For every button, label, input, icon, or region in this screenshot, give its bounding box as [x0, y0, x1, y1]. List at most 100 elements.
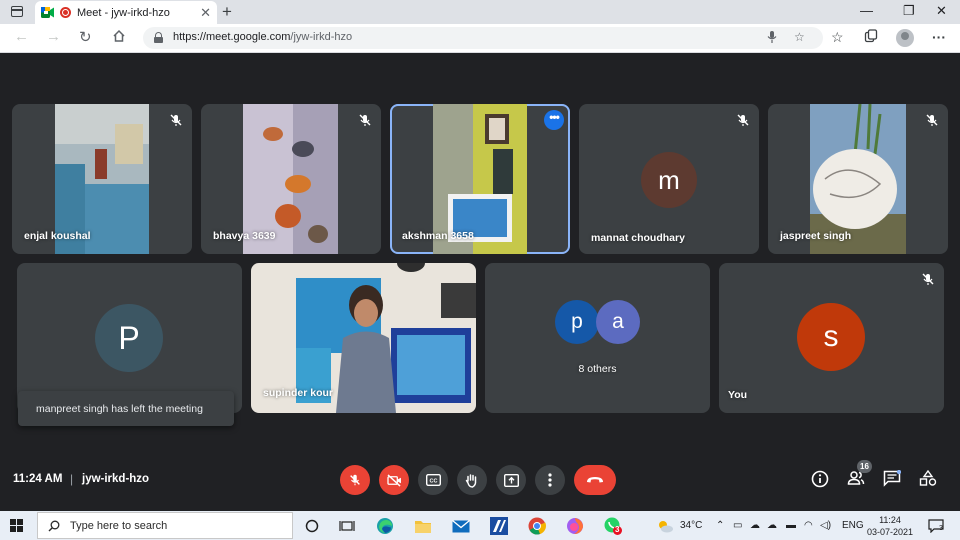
meeting-code[interactable]: jyw-irkd-hzo — [82, 473, 149, 485]
whatsapp-icon[interactable]: 3 — [603, 516, 623, 536]
favorites-icon[interactable]: ☆ — [831, 29, 844, 46]
new-tab-button[interactable]: + — [222, 2, 232, 22]
reload-icon[interactable]: ↻ — [79, 28, 92, 46]
taskbar-search[interactable]: Type here to search — [37, 512, 293, 539]
url-path: /jyw-irkd-hzo — [290, 31, 353, 43]
show-hidden-icons-chevron-icon[interactable]: ⌃ — [716, 520, 724, 531]
participant-name: akshman 3658 — [402, 230, 474, 242]
participants-button[interactable] — [847, 470, 867, 490]
more-options-icon[interactable]: ••• — [544, 110, 564, 130]
muted-mic-icon — [168, 112, 184, 128]
svg-text:CC: CC — [429, 478, 437, 484]
file-explorer-icon[interactable] — [413, 516, 433, 536]
muted-mic-icon — [357, 112, 373, 128]
activities-button[interactable] — [919, 469, 939, 490]
news-app-icon[interactable] — [489, 516, 509, 536]
task-view-icon[interactable] — [337, 516, 357, 536]
meeting-details-button[interactable] — [811, 470, 831, 490]
lock-icon[interactable] — [154, 32, 163, 43]
meet-now-icon[interactable]: ▭ — [733, 520, 742, 531]
camera-toggle-button[interactable] — [379, 465, 409, 495]
onedrive-icon[interactable]: ☁ — [767, 520, 777, 531]
settings-more-icon[interactable]: ··· — [932, 29, 946, 45]
participant-name: mannat choudhary — [591, 232, 685, 244]
info-icon — [811, 470, 829, 488]
participant-group-tile[interactable]: p a 8 others — [485, 263, 710, 413]
wifi-icon[interactable]: ◠ — [804, 520, 813, 531]
participant-tile[interactable]: supinder kour — [251, 263, 476, 413]
participant-name: enjal koushal — [24, 230, 91, 242]
participant-avatar: a — [596, 300, 640, 344]
participant-name: supinder kour — [263, 387, 334, 399]
raise-hand-button[interactable] — [457, 465, 487, 495]
address-bar[interactable]: https://meet.google.com/jyw-irkd-hzo ☆ — [143, 27, 823, 49]
forward-arrow-icon[interactable]: → — [46, 28, 61, 45]
end-call-button[interactable] — [574, 465, 616, 495]
battery-icon[interactable]: ▬ — [786, 520, 796, 531]
participant-tile[interactable]: jaspreet singh — [768, 104, 948, 254]
close-tab-icon[interactable]: ✕ — [200, 5, 211, 21]
browser-tab-meet[interactable]: Meet - jyw-irkd-hzo ✕ — [35, 1, 217, 24]
url-text[interactable]: https://meet.google.com/jyw-irkd-hzo — [173, 31, 352, 43]
more-options-button[interactable] — [535, 465, 565, 495]
restore-button[interactable]: ❐ — [903, 3, 915, 19]
self-tile[interactable]: s You — [719, 263, 944, 413]
participant-avatar: m — [641, 152, 697, 208]
present-screen-button[interactable] — [496, 465, 526, 495]
participant-tile-active[interactable]: ••• akshman 3658 — [390, 104, 570, 254]
separator: | — [70, 472, 74, 486]
cortana-icon[interactable] — [302, 516, 322, 536]
participant-tile[interactable]: enjal koushal — [12, 104, 192, 254]
home-icon[interactable] — [112, 28, 126, 47]
google-meet-icon — [41, 7, 54, 18]
screen: Meet - jyw-irkd-hzo ✕ + — ❐ ✕ ← → ↻ http… — [0, 0, 960, 540]
back-arrow-icon[interactable]: ← — [14, 28, 29, 45]
chat-button[interactable] — [883, 469, 903, 490]
tab-actions-icon[interactable] — [11, 6, 23, 17]
others-count: 8 others — [578, 363, 617, 375]
windows-taskbar: Type here to search 3 34°C ⌃ ▭ ☁ ☁ ▬ ◠ ◁… — [0, 511, 960, 540]
edge-browser-icon[interactable] — [375, 516, 395, 536]
profile-avatar[interactable] — [896, 29, 914, 47]
hand-icon — [465, 473, 477, 488]
mic-toggle-button[interactable] — [340, 465, 370, 495]
participant-name: You — [728, 389, 748, 401]
more-vert-icon — [548, 473, 552, 487]
participant-avatar: P — [95, 304, 163, 372]
activities-shapes-icon — [919, 469, 937, 486]
onedrive-cloud-icon[interactable]: ☁ — [750, 520, 760, 531]
browser-tab-strip: Meet - jyw-irkd-hzo ✕ + — ❐ ✕ — [0, 0, 960, 24]
microphone-icon[interactable] — [767, 30, 777, 47]
captions-button[interactable]: CC — [418, 465, 448, 495]
taskbar-clock[interactable]: 11:24 03-07-2021 — [866, 514, 914, 538]
temperature[interactable]: 34°C — [680, 520, 702, 531]
recording-icon — [60, 7, 71, 18]
collections-icon[interactable] — [864, 29, 878, 46]
mail-icon[interactable] — [451, 516, 471, 536]
url-host: https://meet.google.com — [173, 31, 291, 43]
clock-date: 03-07-2021 — [866, 527, 914, 537]
whatsapp-badge: 3 — [615, 525, 620, 534]
notifications-icon[interactable]: 3 — [926, 516, 946, 536]
language-indicator[interactable]: ENG — [842, 520, 864, 531]
participant-name: bhavya 3639 — [213, 230, 276, 242]
present-icon — [503, 473, 519, 487]
notification-count: 3 — [939, 525, 943, 532]
meeting-time: 11:24 AM — [13, 473, 63, 485]
weather-icon[interactable] — [655, 516, 675, 536]
firefox-icon[interactable] — [565, 516, 585, 536]
windows-start-icon[interactable] — [10, 519, 24, 533]
participant-tile[interactable]: m mannat choudhary — [579, 104, 759, 254]
chrome-icon[interactable] — [527, 516, 547, 536]
tab-title: Meet - jyw-irkd-hzo — [77, 6, 170, 19]
participant-tile[interactable]: bhavya 3639 — [201, 104, 381, 254]
minimize-button[interactable]: — — [860, 3, 873, 18]
search-icon — [48, 520, 60, 531]
toast-text: manpreet singh has left the meeting — [36, 402, 203, 415]
close-window-button[interactable]: ✕ — [936, 3, 947, 19]
favorite-add-icon[interactable]: ☆ — [794, 30, 805, 44]
muted-mic-icon — [924, 112, 940, 128]
volume-icon[interactable]: ◁) — [820, 520, 831, 531]
camera-off-icon — [386, 473, 401, 487]
muted-mic-icon — [735, 112, 751, 128]
